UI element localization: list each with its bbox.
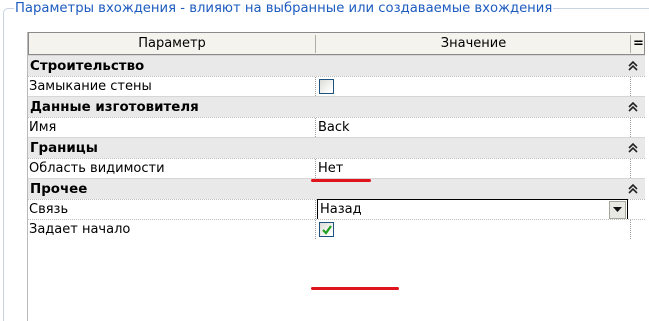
- group-label: Строительство: [30, 59, 145, 74]
- double-chevron-up-icon[interactable]: [626, 179, 640, 200]
- header-value[interactable]: Значение: [317, 33, 630, 54]
- header-separator[interactable]: [315, 35, 316, 53]
- chevron-down-icon[interactable]: [609, 201, 626, 219]
- wall-closure-checkbox[interactable]: [319, 79, 334, 94]
- property-row-visibility-area: Область видимости Нет: [28, 158, 645, 178]
- column-divider: [315, 159, 316, 178]
- group-row-boundaries[interactable]: Границы: [28, 137, 645, 158]
- column-divider: [315, 220, 316, 239]
- property-name: Область видимости: [29, 161, 165, 176]
- column-divider: [630, 220, 631, 239]
- property-row-sets-origin: Задает начало: [28, 219, 645, 239]
- checkmark-icon: [322, 225, 332, 235]
- column-divider: [315, 77, 316, 96]
- column-divider: [630, 118, 631, 137]
- visibility-area-value-field[interactable]: Нет: [318, 159, 343, 179]
- property-name: Задает начало: [29, 222, 131, 237]
- column-divider: [630, 77, 631, 96]
- group-row-construction[interactable]: Строительство: [28, 55, 645, 76]
- grid-header: Параметр Значение =: [28, 32, 645, 55]
- group-label: Границы: [30, 141, 98, 156]
- column-divider: [315, 118, 316, 137]
- group-label: Прочее: [30, 182, 88, 197]
- group-label: Данные изготовителя: [30, 100, 199, 115]
- property-row-link: Связь Назад: [28, 199, 645, 221]
- property-name: Имя: [29, 120, 57, 135]
- property-row-name: Имя Back: [28, 117, 645, 137]
- group-row-manufacturer-data[interactable]: Данные изготовителя: [28, 96, 645, 117]
- link-dropdown[interactable]: Назад: [317, 199, 628, 221]
- annotation-underline: [311, 287, 399, 290]
- header-sort-button[interactable]: =: [632, 33, 645, 54]
- property-name: Замыкание стены: [29, 79, 152, 94]
- header-parameter[interactable]: Параметр: [29, 33, 315, 54]
- name-value-field[interactable]: Back: [318, 118, 350, 138]
- double-chevron-up-icon[interactable]: [626, 138, 640, 159]
- column-divider: [630, 159, 631, 178]
- annotation-underline: [311, 179, 371, 182]
- property-name: Связь: [29, 202, 69, 217]
- property-row-wall-closure: Замыкание стены: [28, 76, 645, 96]
- link-dropdown-value: Назад: [320, 202, 362, 217]
- sets-origin-checkbox[interactable]: [319, 222, 334, 237]
- double-chevron-up-icon[interactable]: [626, 56, 640, 77]
- header-separator[interactable]: [630, 35, 631, 53]
- double-chevron-up-icon[interactable]: [626, 97, 640, 118]
- group-title: Параметры вхождения - влияют на выбранны…: [14, 0, 554, 18]
- properties-grid: Параметр Значение = Строительство Замыка…: [27, 32, 645, 321]
- column-divider: [315, 200, 316, 219]
